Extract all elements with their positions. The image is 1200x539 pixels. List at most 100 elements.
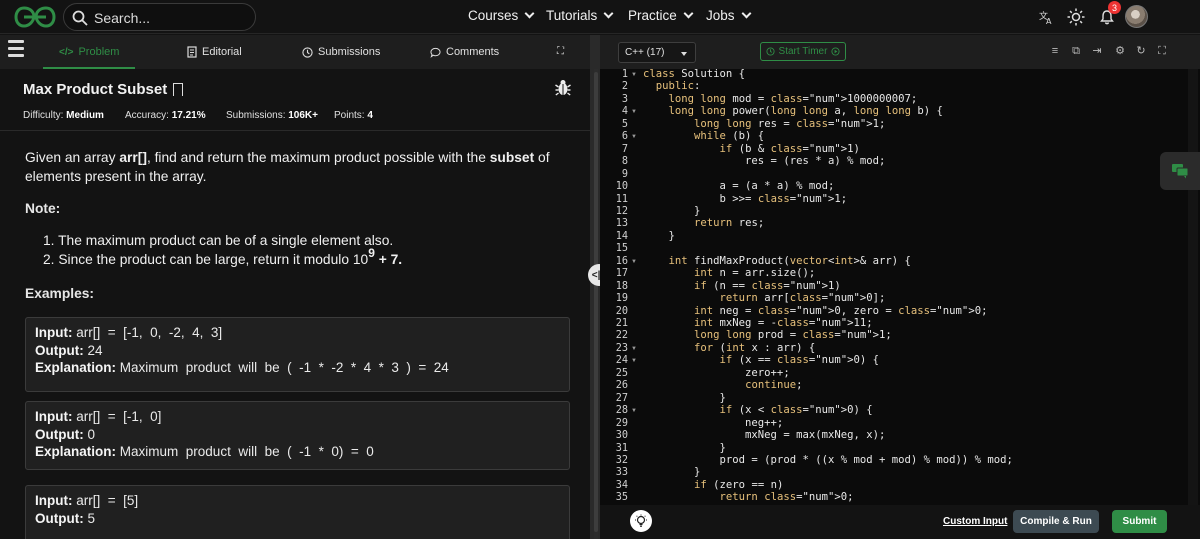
translate-icon[interactable]: 文A	[1035, 6, 1057, 28]
tab-editorial-label: Editorial	[202, 46, 242, 58]
line-number: 26	[615, 380, 628, 392]
nav-jobs-label: Jobs	[706, 8, 735, 23]
fold-icon[interactable]: ▼	[631, 109, 637, 115]
tab-comments[interactable]: Comments	[430, 46, 499, 58]
code-line[interactable]: for (int x : arr) {	[643, 342, 815, 354]
line-number: 9	[621, 168, 628, 180]
tab-submissions[interactable]: Submissions	[302, 46, 380, 58]
problem-title-row: Max Product Subset	[23, 81, 184, 98]
fullscreen-icon[interactable]: ⛶	[1156, 45, 1168, 57]
reset-icon[interactable]: ↻	[1135, 45, 1147, 57]
code-line[interactable]: zero++;	[643, 367, 790, 379]
problem-title: Max Product Subset	[23, 81, 168, 98]
document-icon	[187, 46, 197, 58]
code-line[interactable]: }	[643, 466, 700, 478]
fold-icon[interactable]: ▼	[631, 408, 637, 414]
lightbulb-icon[interactable]	[630, 510, 652, 532]
bug-report-icon[interactable]	[555, 79, 571, 97]
tab-problem[interactable]: </> Problem	[59, 46, 119, 58]
code-line[interactable]: int mxNeg = -class="num">11;	[643, 317, 873, 329]
settings-icon[interactable]: ⚙	[1114, 45, 1126, 57]
timer-label: Start Timer	[778, 46, 828, 57]
code-line[interactable]: a = (a * a) % mod;	[643, 180, 835, 192]
code-line[interactable]: public:	[643, 80, 701, 92]
desc-text: , find and return the maximum product po…	[146, 150, 490, 165]
fold-icon[interactable]: ▼	[631, 358, 637, 364]
code-line[interactable]: }	[643, 442, 726, 454]
list-icon[interactable]: ≡	[1049, 45, 1061, 57]
code-line[interactable]: long long prod = class="num">1;	[643, 329, 892, 341]
code-line[interactable]: res = (res * a) % mod;	[643, 155, 885, 167]
language-select[interactable]: C++ (17)	[618, 42, 696, 63]
tab-submissions-label: Submissions	[318, 46, 381, 58]
start-timer-button[interactable]: Start Timer	[760, 42, 846, 61]
output-label: Output:	[35, 342, 84, 358]
line-number: 12	[615, 205, 628, 217]
code-line[interactable]: neg++;	[643, 417, 783, 429]
example-input: Input: arr[] = [-1, 0]	[35, 408, 560, 426]
line-number: 6	[621, 131, 628, 143]
menu-icon[interactable]	[8, 40, 24, 62]
code-line[interactable]: int n = arr.size();	[643, 267, 815, 279]
nav-tutorials[interactable]: Tutorials	[546, 8, 614, 23]
code-line[interactable]: if (b & class="num">1)	[643, 143, 860, 155]
line-number: 30	[615, 430, 628, 442]
code-line[interactable]: }	[643, 205, 700, 217]
desc-text: Given an array	[25, 150, 120, 165]
code-line[interactable]: mxNeg = max(mxNeg, x);	[643, 429, 885, 441]
code-line[interactable]: }	[643, 230, 675, 242]
line-number: 10	[615, 181, 628, 193]
nav-courses[interactable]: Courses	[468, 8, 535, 23]
compile-run-button[interactable]: Compile & Run	[1013, 510, 1099, 533]
top-navbar: Search... Courses Tutorials Practice Job…	[0, 0, 1200, 34]
difficulty-value: Medium	[66, 110, 104, 121]
left-scroll-thumb[interactable]	[594, 72, 598, 532]
notification-badge: 3	[1108, 1, 1121, 14]
code-line[interactable]: long long power(long long a, long long b…	[643, 105, 943, 117]
copy-icon[interactable]: ⧉	[1070, 45, 1082, 57]
code-line[interactable]: long long mod = class="num">1000000007;	[643, 93, 918, 105]
code-line[interactable]: prod = (prod * ((x % mod + mod) % mod)) …	[643, 454, 1013, 466]
editor-scrollbar[interactable]	[1188, 69, 1198, 505]
chat-button[interactable]	[1160, 152, 1200, 190]
custom-input-link[interactable]: Custom Input	[943, 516, 1007, 527]
code-line[interactable]: }	[643, 392, 726, 404]
code-line[interactable]: class Solution {	[643, 69, 745, 80]
tab-editorial[interactable]: Editorial	[187, 46, 242, 58]
gfg-logo[interactable]	[14, 6, 56, 28]
code-line[interactable]: return arr[class="num">0];	[643, 292, 886, 304]
code-line[interactable]: return class="num">0;	[643, 491, 854, 503]
fold-icon[interactable]: ▼	[631, 259, 637, 265]
nav-courses-label: Courses	[468, 8, 519, 23]
output-label: Output:	[35, 510, 84, 526]
code-line[interactable]: long long res = class="num">1;	[643, 118, 885, 130]
nav-practice[interactable]: Practice	[628, 8, 694, 23]
nav-jobs[interactable]: Jobs	[706, 8, 751, 23]
search-input[interactable]: Search...	[63, 3, 256, 31]
fold-icon[interactable]: ▼	[631, 72, 637, 78]
code-line[interactable]: while (b) {	[643, 130, 764, 142]
code-line[interactable]: int findMaxProduct(vector<int>& arr) {	[643, 255, 911, 267]
submit-button[interactable]: Submit	[1112, 510, 1167, 533]
code-line[interactable]: if (n == class="num">1)	[643, 280, 841, 292]
line-number: 32	[615, 454, 628, 466]
fold-icon[interactable]: ▼	[631, 346, 637, 352]
clock-icon	[765, 47, 775, 56]
expand-icon[interactable]: ⛶	[557, 46, 564, 57]
code-line[interactable]: return res;	[643, 217, 764, 229]
code-editor[interactable]: 1 ▼ 2 3 4 ▼ 5 6 ▼ 7 8 9 10 11 12 13 14 15 16 ▼ 17 18 19 20 21 22 2…	[600, 69, 1200, 505]
fold-icon[interactable]: ▼	[631, 134, 637, 140]
line-number: 17	[615, 268, 628, 280]
avatar[interactable]	[1125, 5, 1148, 28]
note-heading: Note:	[25, 201, 61, 216]
code-line[interactable]: b >>= class="num">1;	[643, 193, 848, 205]
export-icon[interactable]: ⇥	[1091, 45, 1103, 57]
theme-toggle-icon[interactable]	[1065, 6, 1087, 28]
code-line[interactable]: continue;	[643, 379, 802, 391]
code-line[interactable]: if (zero == n)	[643, 479, 783, 491]
editor-toolbar: C++ (17) Start Timer ≡ ⧉ ⇥ ⚙ ↻ ⛶	[600, 35, 1200, 69]
code-line[interactable]: if (x < class="num">0) {	[643, 404, 873, 416]
code-line[interactable]: int neg = class="num">0, zero = class="n…	[643, 305, 987, 317]
bookmark-icon[interactable]	[173, 83, 184, 96]
code-line[interactable]: if (x == class="num">0) {	[643, 354, 879, 366]
